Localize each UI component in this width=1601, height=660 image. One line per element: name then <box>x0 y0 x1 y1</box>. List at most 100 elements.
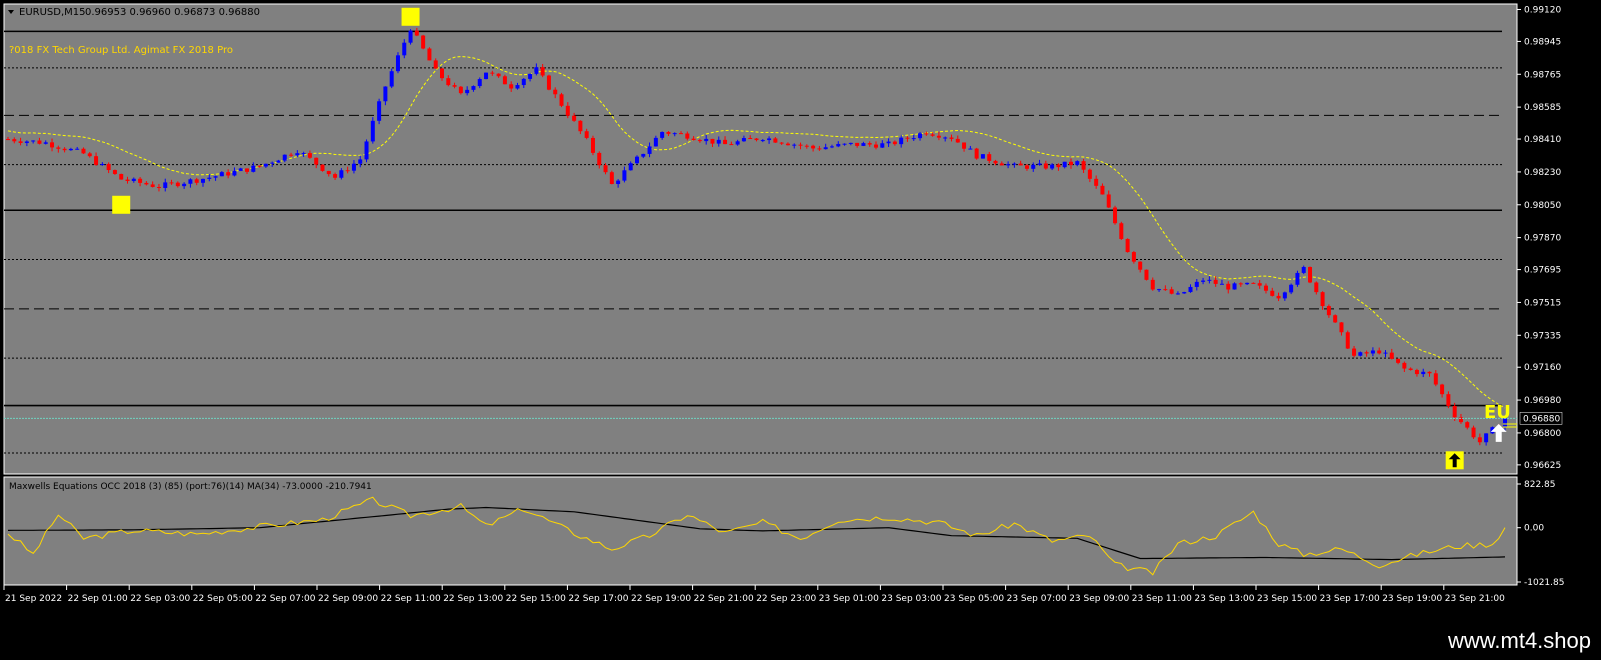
candle-body <box>1238 283 1243 285</box>
candle-body <box>68 148 73 151</box>
candle-body <box>326 170 331 175</box>
candle-body <box>924 133 929 135</box>
candle-body <box>1125 238 1130 253</box>
candle-body <box>1377 350 1382 354</box>
candle-body <box>1251 282 1256 284</box>
candle-body <box>1276 295 1281 299</box>
price-panel[interactable] <box>3 3 1518 475</box>
candle-body <box>6 139 10 141</box>
price-tick-label: 0.98230 <box>1524 168 1561 178</box>
candle-body <box>1433 373 1438 385</box>
candle-body <box>295 153 300 156</box>
candle-body <box>433 60 438 69</box>
candle-body <box>12 139 17 142</box>
candle-body <box>62 148 67 151</box>
time-tick-label: 22 Sep 17:00 <box>568 594 628 604</box>
time-tick-label: 22 Sep 03:00 <box>130 594 190 604</box>
candle-body <box>251 165 256 172</box>
candle-body <box>641 153 646 157</box>
candle-body <box>270 162 275 164</box>
candle-body <box>490 72 495 74</box>
price-tick-label: 0.98410 <box>1524 135 1561 145</box>
time-axis: 21 Sep 2022 22 Sep 01:00 22 Sep 03:00 22 Se… <box>3 585 1505 604</box>
candle-body <box>1282 292 1287 299</box>
candle-body <box>754 138 759 141</box>
candle-body <box>106 163 111 171</box>
candle-body <box>1138 261 1143 270</box>
candle-body <box>56 147 61 149</box>
candle-body <box>1050 164 1055 169</box>
indicator-title: Maxwells Equations OCC 2018 (3) (85) (po… <box>9 482 372 492</box>
candle-body <box>691 138 696 141</box>
candle-body <box>767 138 772 141</box>
price-tick-label: 0.97160 <box>1524 363 1561 373</box>
candle-body <box>572 115 577 121</box>
time-tick-label: 22 Sep 19:00 <box>631 594 691 604</box>
candle-body <box>880 143 885 148</box>
candle-body <box>515 85 520 89</box>
candle-body <box>855 142 860 146</box>
candle-body <box>458 86 463 94</box>
candle-body <box>1314 282 1319 293</box>
time-tick-label: 22 Sep 13:00 <box>443 594 503 604</box>
price-tick-label: 0.98765 <box>1524 70 1561 80</box>
candle-body <box>1383 352 1388 354</box>
candle-body <box>219 172 224 177</box>
candle-body <box>144 182 149 185</box>
candle-body <box>1471 427 1476 438</box>
candle-body <box>389 71 394 87</box>
candle-body <box>773 138 778 143</box>
time-tick-label: 22 Sep 21:00 <box>694 594 754 604</box>
candle-body <box>603 165 608 173</box>
candle-body <box>867 143 872 145</box>
candle-body <box>100 163 105 165</box>
symbol-label: EURUSD,M15 <box>19 7 85 18</box>
candle-body <box>1062 161 1067 168</box>
candle-body <box>1289 284 1294 293</box>
time-tick-label: 22 Sep 11:00 <box>381 594 441 604</box>
candle-body <box>1037 163 1042 165</box>
candle-body <box>534 67 539 74</box>
candle-body <box>874 144 879 148</box>
candle-body <box>1213 279 1218 284</box>
candle-body <box>446 78 451 86</box>
candle-body <box>672 133 677 135</box>
price-axis: 0.99120 0.98945 0.98765 0.98585 0.98410 0.982… <box>1517 5 1561 471</box>
candle-body <box>1100 185 1105 195</box>
candle-body <box>817 148 822 150</box>
time-tick-label: 22 Sep 05:00 <box>193 594 253 604</box>
candle-body <box>1389 352 1394 359</box>
indicator-tick-label: -1021.85 <box>1524 578 1564 588</box>
candle-body <box>741 138 746 142</box>
candle-body <box>955 138 960 143</box>
candle-body <box>339 170 344 178</box>
candle-body <box>1056 164 1061 168</box>
candle-body <box>408 30 413 43</box>
candle-body <box>37 140 42 144</box>
candle-body <box>528 73 533 79</box>
candle-body <box>1031 164 1036 169</box>
candle-body <box>471 86 476 90</box>
candle-body <box>502 76 507 85</box>
trading-chart[interactable]: 0.99120 0.98945 0.98765 0.98585 0.98410 0.982… <box>0 0 1601 624</box>
indicator-tick-label: 0.00 <box>1524 524 1544 534</box>
candle-body <box>609 172 614 184</box>
candle-body <box>936 135 941 138</box>
price-tick-label: 0.97335 <box>1524 331 1561 341</box>
candle-body <box>521 78 526 86</box>
candle-body <box>1245 282 1250 285</box>
candle-body <box>616 180 621 184</box>
candle-body <box>1163 289 1168 291</box>
candle-body <box>207 177 212 179</box>
candle-body <box>1169 289 1174 294</box>
candle-body <box>553 89 558 95</box>
time-tick-label: 22 Sep 01:00 <box>68 594 128 604</box>
candle-body <box>402 42 407 56</box>
candle-body <box>245 168 250 172</box>
candle-body <box>679 133 684 135</box>
candle-body <box>1188 286 1193 293</box>
candle-body <box>1144 269 1149 280</box>
candle-body <box>779 142 784 144</box>
candle-body <box>1131 252 1136 262</box>
time-tick-label: 23 Sep 15:00 <box>1257 594 1317 604</box>
